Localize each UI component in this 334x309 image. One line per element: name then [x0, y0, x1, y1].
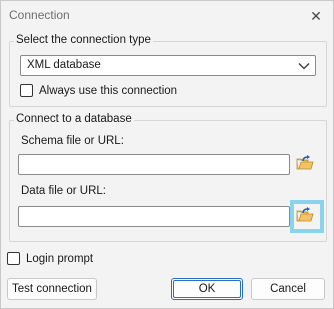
window-title: Connection [9, 8, 70, 22]
login-prompt-row[interactable]: Login prompt [7, 252, 93, 265]
connection-type-group-label: Select the connection type [14, 34, 153, 46]
connect-database-group: Connect to a database Schema file or URL… [9, 113, 327, 242]
close-icon: ✕ [310, 7, 322, 24]
title-bar: Connection ✕ [1, 1, 333, 31]
folder-open-arrow-icon [296, 207, 314, 226]
folder-open-arrow-icon [296, 155, 314, 174]
connection-type-value: XML database [27, 59, 101, 71]
cancel-button[interactable]: Cancel [251, 278, 325, 300]
data-file-label: Data file or URL: [21, 185, 107, 197]
connection-dialog: Connection ✕ Select the connection type … [0, 0, 334, 309]
test-connection-label: Test connection [12, 283, 92, 295]
ok-button[interactable]: OK [171, 278, 243, 300]
login-prompt-label: Login prompt [26, 252, 94, 265]
test-connection-button[interactable]: Test connection [7, 278, 97, 300]
always-use-label: Always use this connection [39, 84, 178, 97]
schema-label: Schema file or URL: [21, 135, 124, 147]
connect-database-group-label: Connect to a database [14, 113, 134, 125]
login-prompt-checkbox[interactable] [7, 252, 20, 265]
schema-browse-button[interactable] [294, 154, 315, 175]
schema-input[interactable] [18, 154, 290, 175]
connection-type-select[interactable]: XML database [20, 55, 316, 76]
close-button[interactable]: ✕ [301, 1, 331, 31]
data-file-browse-button[interactable] [294, 206, 315, 227]
always-use-row[interactable]: Always use this connection [20, 84, 177, 97]
connection-type-group: Select the connection type XML database … [9, 34, 327, 107]
chevron-down-icon [297, 57, 311, 74]
always-use-checkbox[interactable] [20, 84, 33, 97]
data-file-input[interactable] [18, 206, 290, 227]
ok-focus-ring [173, 280, 241, 298]
cancel-label: Cancel [270, 283, 306, 295]
